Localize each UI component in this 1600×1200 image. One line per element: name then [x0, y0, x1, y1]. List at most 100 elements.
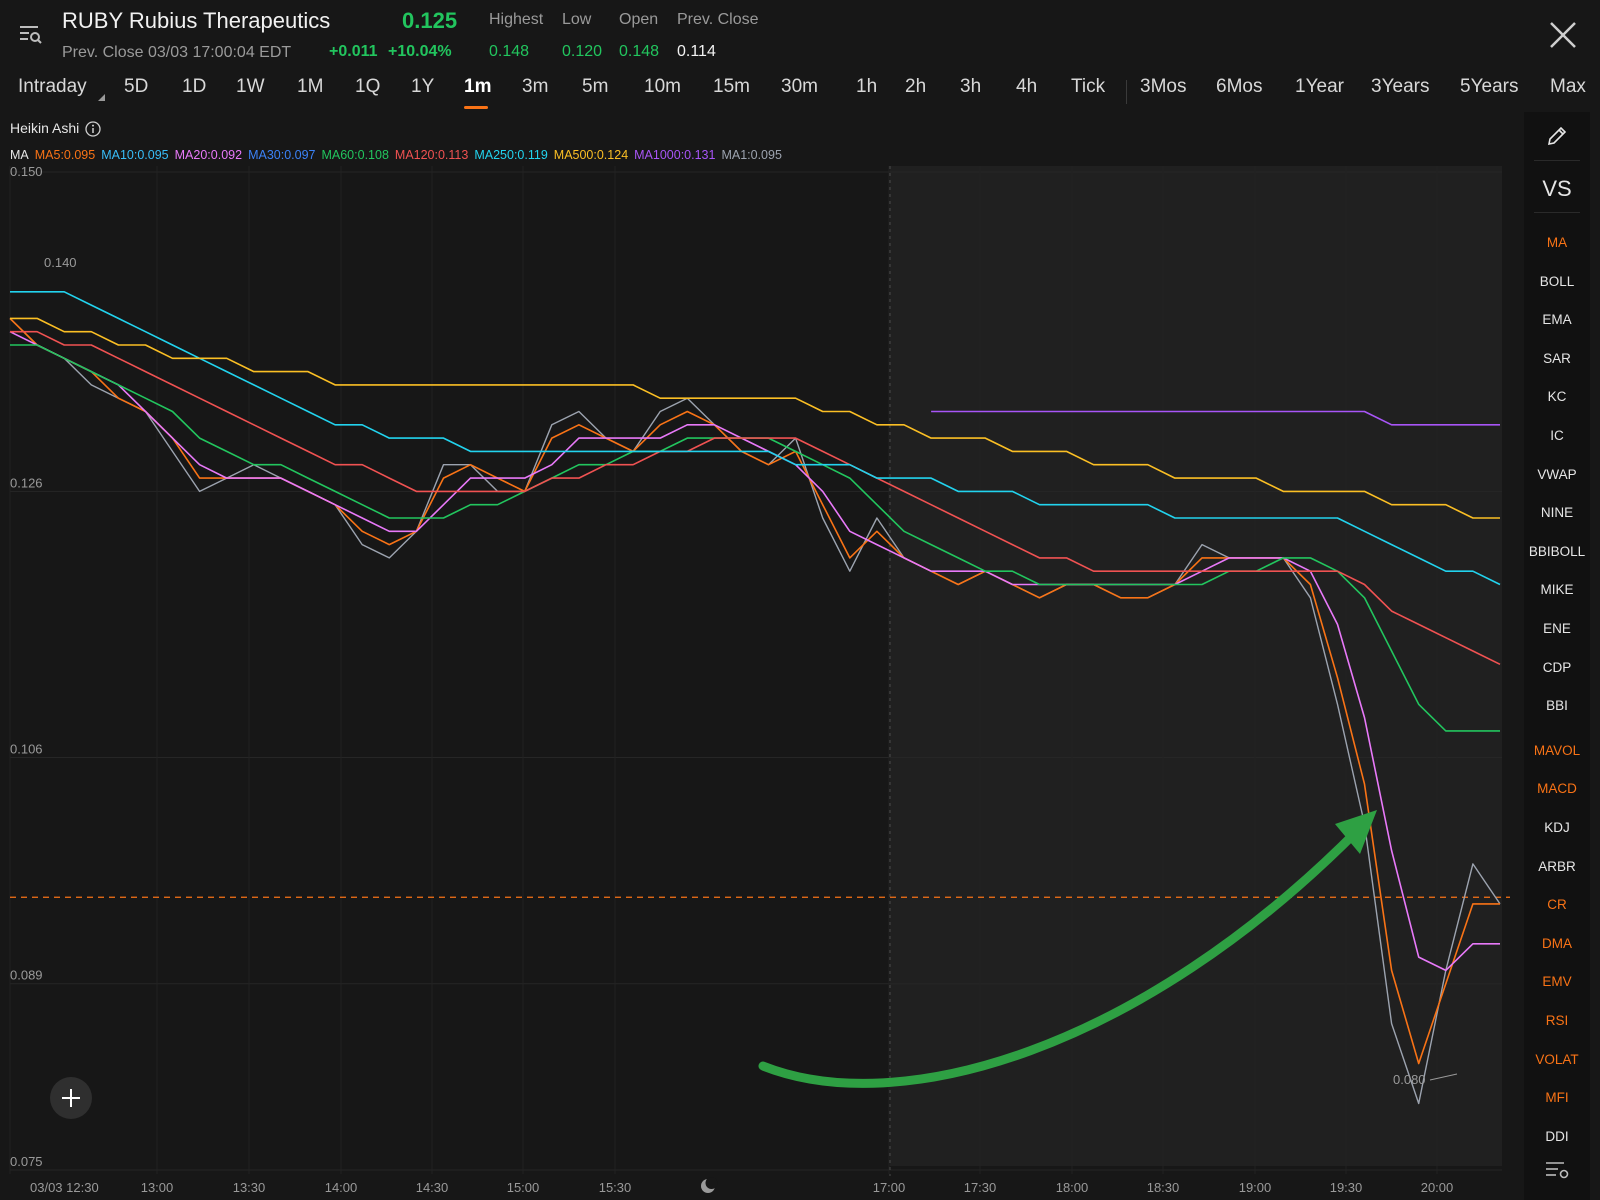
tab-3mos[interactable]: 3Mos — [1140, 76, 1186, 98]
indicator-settings-icon[interactable] — [1544, 1158, 1570, 1182]
indicator-kc[interactable]: KC — [1524, 389, 1590, 404]
info-icon[interactable] — [85, 121, 101, 137]
x-axis: 03/03 12:30 13:00 13:30 14:00 14:30 15:00 15:3… — [30, 1180, 1453, 1195]
stat-open-value: 0.148 — [619, 43, 660, 60]
tab-1h[interactable]: 1h — [856, 76, 877, 98]
indicator-emv[interactable]: EMV — [1524, 974, 1590, 989]
close-icon[interactable] — [1546, 18, 1580, 52]
tab-6mos[interactable]: 6Mos — [1216, 76, 1262, 98]
indicator-cr[interactable]: CR — [1524, 897, 1590, 912]
tab-3years[interactable]: 3Years — [1371, 76, 1429, 98]
tab-30min[interactable]: 30m — [781, 76, 818, 98]
price-chart[interactable]: 0.140 0.080 0.150 0.126 0.106 0.089 0.075 03… — [0, 160, 1524, 1200]
price-change-percent: +10.04% — [388, 43, 452, 60]
indicator-macd[interactable]: MACD — [1524, 781, 1590, 796]
y-tick-label: 0.126 — [10, 475, 43, 490]
indicator-cdp[interactable]: CDP — [1524, 660, 1590, 675]
x-tick-label: 14:30 — [416, 1180, 449, 1195]
price-change: +0.011 — [329, 43, 378, 60]
indicator-sar[interactable]: SAR — [1524, 351, 1590, 366]
tab-tick[interactable]: Tick — [1071, 76, 1105, 98]
tab-15min[interactable]: 15m — [713, 76, 750, 98]
y-tick-label: 0.150 — [10, 164, 43, 179]
indicator-vwap[interactable]: VWAP — [1524, 467, 1590, 482]
indicator-nine[interactable]: NINE — [1524, 505, 1590, 520]
indicator-ma[interactable]: MA — [1524, 235, 1590, 250]
symbol-title: RUBY Rubius Therapeutics — [62, 8, 331, 33]
tab-10min[interactable]: 10m — [644, 76, 681, 98]
x-tick-label: 13:30 — [233, 1180, 266, 1195]
tab-3min[interactable]: 3m — [522, 76, 548, 98]
high-price-label: 0.140 — [44, 255, 77, 270]
tab-intraday[interactable]: Intraday — [18, 76, 87, 98]
indicator-ic[interactable]: IC — [1524, 428, 1590, 443]
indicator-rsi[interactable]: RSI — [1524, 1013, 1590, 1028]
header: RUBY Rubius Therapeutics 0.125 Prev. Clo… — [0, 0, 1600, 72]
indicator-boll[interactable]: BOLL — [1524, 274, 1590, 289]
indicator-mike[interactable]: MIKE — [1524, 582, 1590, 597]
stat-prev-close-label: Prev. Close — [677, 11, 759, 28]
y-tick-label: 0.075 — [10, 1154, 43, 1169]
indicator-bbiboll[interactable]: BBIBOLL — [1524, 544, 1590, 559]
active-tab-indicator — [464, 106, 488, 109]
tab-1d[interactable]: 1D — [182, 76, 206, 98]
indicator-ene[interactable]: ENE — [1524, 621, 1590, 636]
tab-3h[interactable]: 3h — [960, 76, 981, 98]
indicator-mavol[interactable]: MAVOL — [1524, 743, 1590, 758]
stat-low-value: 0.120 — [562, 43, 603, 60]
prev-close-timestamp: Prev. Close 03/03 17:00:04 EDT — [62, 44, 292, 61]
tab-1q[interactable]: 1Q — [355, 76, 380, 98]
indicator-ddi[interactable]: DDI — [1524, 1129, 1590, 1144]
intraday-dropdown-icon[interactable] — [98, 94, 105, 101]
tab-max[interactable]: Max — [1550, 76, 1586, 98]
tab-divider — [1126, 80, 1127, 104]
x-tick-label: 17:00 — [873, 1180, 906, 1195]
tab-5d[interactable]: 5D — [124, 76, 148, 98]
y-tick-label: 0.106 — [10, 741, 43, 756]
x-tick-label: 03/03 12:30 — [30, 1180, 99, 1195]
x-tick-label: 18:00 — [1056, 1180, 1089, 1195]
after-hours-shade — [890, 166, 1502, 1166]
period-tabs: Intraday 5D 1D 1W 1M 1Q 1Y 1m 3m 5m 10m … — [0, 74, 1600, 110]
tab-1y[interactable]: 1Y — [411, 76, 434, 98]
indicator-panel: VS MA BOLL EMA SAR KC IC VWAP NINE BBIBOLL MIKE EN… — [1524, 112, 1590, 1200]
add-indicator-button[interactable] — [50, 1077, 92, 1119]
x-tick-label: 15:00 — [507, 1180, 540, 1195]
panel-divider — [1534, 160, 1580, 161]
tab-1year[interactable]: 1Year — [1295, 76, 1344, 98]
tab-1min[interactable]: 1m — [464, 76, 491, 98]
stat-highest-label: Highest — [489, 11, 544, 28]
panel-divider — [1534, 212, 1580, 213]
last-price: 0.125 — [402, 8, 458, 33]
indicator-dma[interactable]: DMA — [1524, 936, 1590, 951]
indicator-bbi[interactable]: BBI — [1524, 698, 1590, 713]
indicator-ema[interactable]: EMA — [1524, 312, 1590, 327]
x-tick-label: 14:00 — [325, 1180, 358, 1195]
pencil-icon[interactable] — [1545, 124, 1569, 148]
menu-search-icon[interactable] — [18, 22, 42, 46]
indicator-volat[interactable]: VOLAT — [1524, 1052, 1590, 1067]
x-tick-label: 17:30 — [964, 1180, 997, 1195]
stat-open-label: Open — [619, 11, 659, 28]
indicator-mfi[interactable]: MFI — [1524, 1090, 1590, 1105]
tab-2h[interactable]: 2h — [905, 76, 926, 98]
tab-5min[interactable]: 5m — [582, 76, 608, 98]
chart-type-label[interactable]: Heikin Ashi — [10, 120, 79, 136]
compare-vs-button[interactable]: VS — [1524, 176, 1590, 202]
tab-1w[interactable]: 1W — [236, 76, 265, 98]
stat-prev-close-value: 0.114 — [677, 43, 716, 60]
y-axis: 0.150 0.126 0.106 0.089 0.075 — [10, 164, 43, 1169]
x-tick-label: 19:00 — [1239, 1180, 1272, 1195]
x-tick-label: 19:30 — [1330, 1180, 1363, 1195]
tab-4h[interactable]: 4h — [1016, 76, 1037, 98]
indicator-arbr[interactable]: ARBR — [1524, 859, 1590, 874]
moon-icon[interactable] — [701, 1177, 718, 1193]
stat-low-label: Low — [562, 11, 592, 28]
indicator-kdj[interactable]: KDJ — [1524, 820, 1590, 835]
x-tick-label: 15:30 — [599, 1180, 632, 1195]
low-price-label: 0.080 — [1393, 1072, 1426, 1087]
tab-1mo[interactable]: 1M — [297, 76, 323, 98]
x-tick-label: 20:00 — [1421, 1180, 1454, 1195]
tab-5years[interactable]: 5Years — [1460, 76, 1518, 98]
x-tick-label: 18:30 — [1147, 1180, 1180, 1195]
